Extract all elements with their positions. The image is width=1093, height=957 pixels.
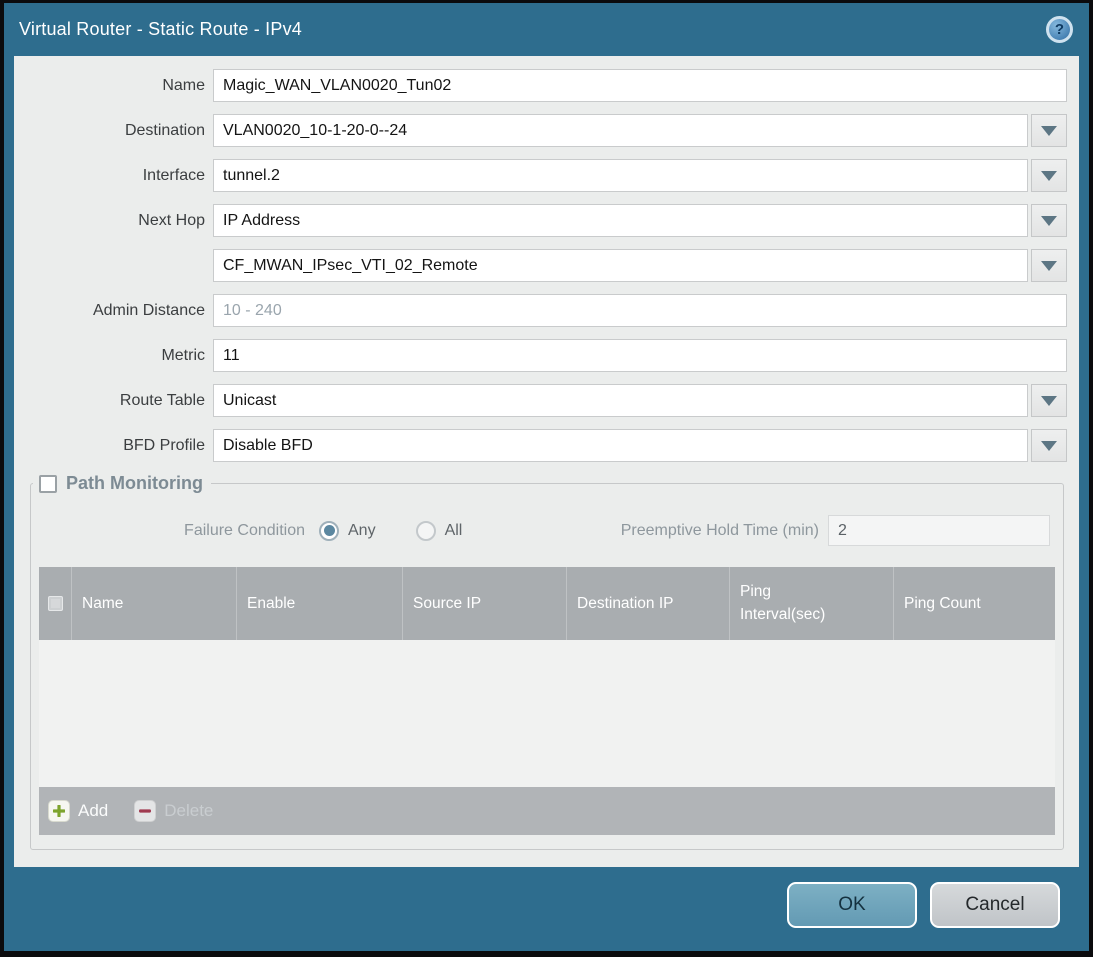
destination-dropdown-button[interactable] — [1031, 114, 1067, 147]
column-header-source-ip: Source IP — [403, 567, 567, 640]
bfd-profile-row: BFD Profile — [14, 429, 1079, 462]
column-header-enable: Enable — [237, 567, 403, 640]
route-table-row: Route Table — [14, 384, 1079, 417]
path-monitoring-title: Path Monitoring — [66, 473, 203, 494]
next-hop-type-input[interactable] — [213, 204, 1028, 237]
interface-input[interactable] — [213, 159, 1028, 192]
static-route-dialog: Virtual Router - Static Route - IPv4 ? N… — [0, 0, 1093, 957]
name-label: Name — [14, 77, 205, 95]
next-hop-type-dropdown-button[interactable] — [1031, 204, 1067, 237]
metric-label: Metric — [14, 347, 205, 365]
column-header-name: Name — [72, 567, 237, 640]
column-header-ping-interval: Ping Interval(sec) — [730, 567, 894, 640]
admin-distance-label: Admin Distance — [14, 302, 205, 320]
radio-all-button[interactable] — [416, 521, 436, 541]
add-button-label: Add — [78, 801, 108, 821]
chevron-down-icon — [1041, 171, 1057, 181]
chevron-down-icon — [1041, 261, 1057, 271]
failure-condition-row: Failure Condition Any All Preemptive Hol… — [39, 514, 1055, 547]
radio-all[interactable]: All — [416, 521, 463, 541]
table-header: Name Enable Source IP Destination IP Pin… — [39, 567, 1055, 640]
radio-all-label: All — [445, 522, 463, 540]
bfd-profile-dropdown-button[interactable] — [1031, 429, 1067, 462]
destination-input[interactable] — [213, 114, 1028, 147]
route-table-dropdown-button[interactable] — [1031, 384, 1067, 417]
radio-selected-dot — [324, 525, 335, 536]
next-hop-value-input[interactable] — [213, 249, 1028, 282]
interface-row: Interface — [14, 159, 1079, 192]
help-icon[interactable]: ? — [1046, 16, 1073, 43]
radio-any[interactable]: Any — [319, 521, 376, 541]
cancel-button[interactable]: Cancel — [930, 882, 1060, 928]
column-header-ping-count: Ping Count — [894, 567, 1055, 640]
table-toolbar: Add Delete — [39, 787, 1055, 835]
next-hop-value-row — [14, 249, 1079, 282]
route-table-label: Route Table — [14, 392, 205, 410]
delete-button[interactable]: Delete — [134, 800, 213, 822]
ok-button[interactable]: OK — [787, 882, 917, 928]
interface-dropdown-button[interactable] — [1031, 159, 1067, 192]
chevron-down-icon — [1041, 441, 1057, 451]
minus-icon — [134, 800, 156, 822]
dialog-titlebar: Virtual Router - Static Route - IPv4 ? — [4, 3, 1089, 56]
table-body-empty — [39, 640, 1055, 787]
preemptive-hold-time-label: Preemptive Hold Time (min) — [621, 522, 819, 540]
failure-condition-label: Failure Condition — [39, 522, 305, 540]
dialog-content: Name Destination Interface — [14, 56, 1079, 867]
radio-any-label: Any — [348, 522, 376, 540]
path-monitoring-table: Name Enable Source IP Destination IP Pin… — [39, 567, 1055, 835]
preemptive-hold-time-input[interactable] — [828, 515, 1050, 546]
path-monitoring-checkbox[interactable] — [39, 475, 57, 493]
metric-row: Metric — [14, 339, 1079, 372]
path-monitoring-group: Path Monitoring Failure Condition Any Al… — [30, 483, 1064, 850]
bfd-profile-input[interactable] — [213, 429, 1028, 462]
dialog-footer: OK Cancel — [4, 867, 1089, 951]
next-hop-label: Next Hop — [14, 212, 205, 230]
chevron-down-icon — [1041, 126, 1057, 136]
name-row: Name — [14, 69, 1079, 102]
destination-label: Destination — [14, 122, 205, 140]
select-all-cell — [39, 567, 72, 640]
plus-icon — [48, 800, 70, 822]
interface-label: Interface — [14, 167, 205, 185]
radio-any-button[interactable] — [319, 521, 339, 541]
select-all-checkbox[interactable] — [48, 596, 63, 611]
chevron-down-icon — [1041, 396, 1057, 406]
next-hop-row: Next Hop — [14, 204, 1079, 237]
admin-distance-row: Admin Distance — [14, 294, 1079, 327]
route-table-input[interactable] — [213, 384, 1028, 417]
name-input[interactable] — [213, 69, 1067, 102]
dialog-title: Virtual Router - Static Route - IPv4 — [19, 19, 302, 40]
delete-button-label: Delete — [164, 801, 213, 821]
bfd-profile-label: BFD Profile — [14, 437, 205, 455]
destination-row: Destination — [14, 114, 1079, 147]
admin-distance-input[interactable] — [213, 294, 1067, 327]
next-hop-value-dropdown-button[interactable] — [1031, 249, 1067, 282]
chevron-down-icon — [1041, 216, 1057, 226]
add-button[interactable]: Add — [48, 800, 108, 822]
metric-input[interactable] — [213, 339, 1067, 372]
path-monitoring-legend: Path Monitoring — [33, 473, 211, 494]
column-header-destination-ip: Destination IP — [567, 567, 730, 640]
